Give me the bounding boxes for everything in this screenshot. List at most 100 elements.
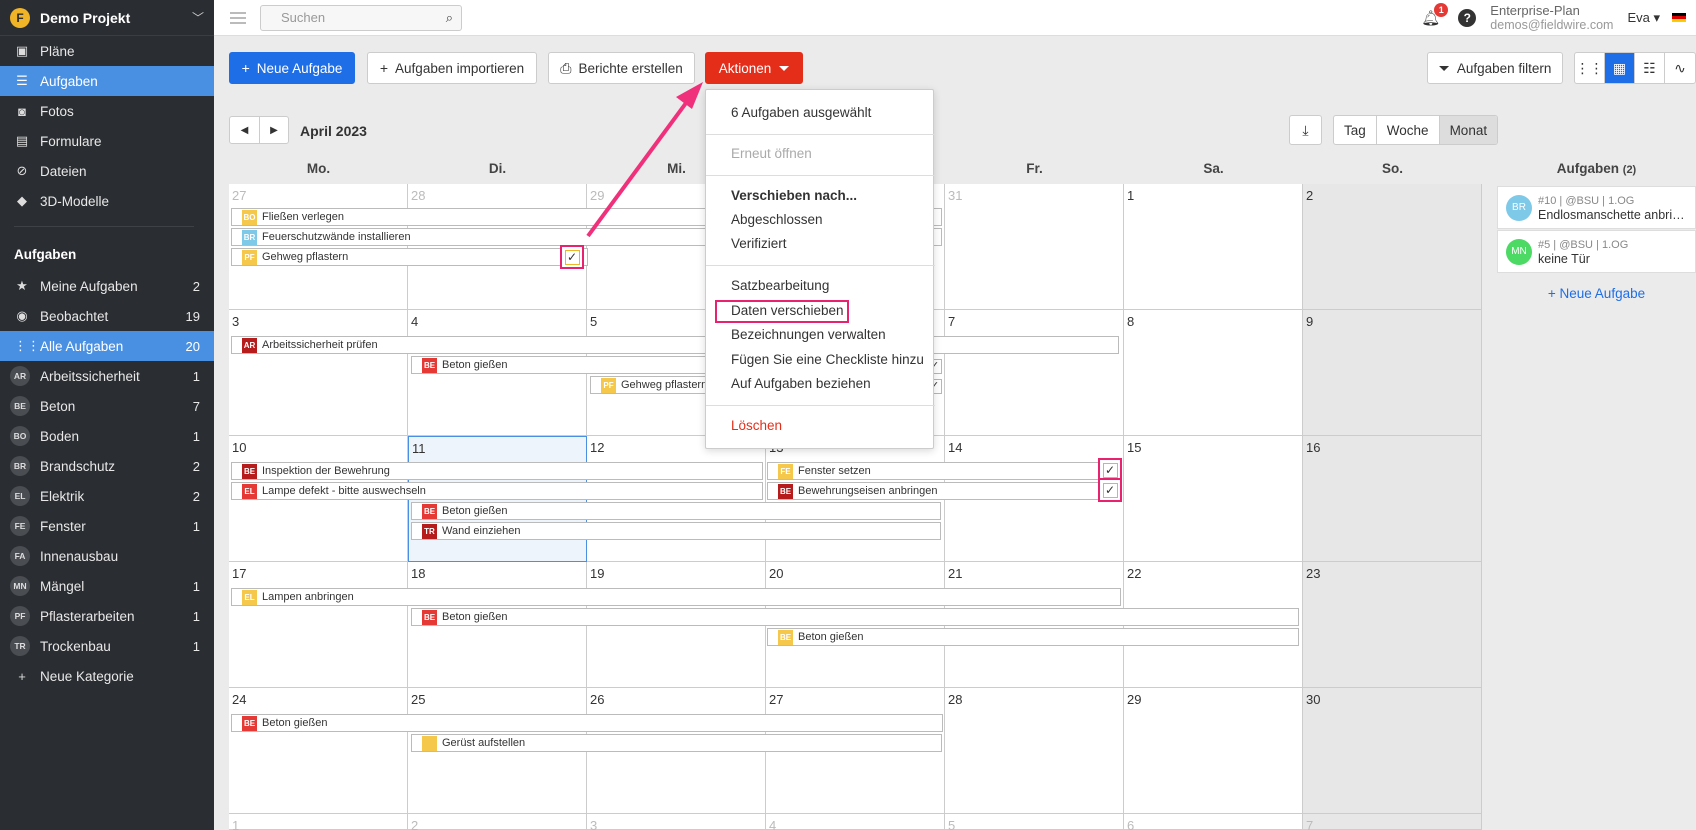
prev-month-icon[interactable]: ◀ <box>230 117 259 143</box>
search-input[interactable]: Suchen ⌕ <box>260 4 462 31</box>
day-cell[interactable]: 1 <box>1124 184 1303 310</box>
day-cell[interactable]: 17 <box>229 562 408 688</box>
import-tasks-button[interactable]: + Aufgaben importieren <box>367 52 537 84</box>
calendar-event[interactable]: BE Beton gießen <box>411 608 1299 626</box>
category-item[interactable]: EL Elektrik 2 <box>0 481 214 511</box>
user-menu[interactable]: Eva ▾ <box>1627 10 1660 26</box>
category-item[interactable]: AR Arbeitssicherheit 1 <box>0 361 214 391</box>
gantt-view-icon[interactable]: ☷ <box>1635 53 1665 83</box>
grid-view-icon[interactable]: ⋮⋮ <box>1575 53 1605 83</box>
day-cell[interactable]: 28 <box>945 688 1124 814</box>
filter-item-0[interactable]: ★ Meine Aufgaben 2 <box>0 271 214 301</box>
event-badge: BR <box>242 229 257 245</box>
category-item[interactable]: TR Trockenbau 1 <box>0 631 214 661</box>
scale-month[interactable]: Monat <box>1438 116 1498 144</box>
category-item[interactable]: MN Mängel 1 <box>0 571 214 601</box>
day-cell[interactable]: 9 <box>1303 310 1482 436</box>
calendar-event[interactable]: PF Gehweg pflastern <box>590 376 712 394</box>
day-cell[interactable]: 2 <box>408 814 587 830</box>
menu-verified[interactable]: Verifiziert <box>731 236 787 251</box>
category-item[interactable]: BO Boden 1 <box>0 421 214 451</box>
day-cell[interactable]: 7 <box>945 310 1124 436</box>
search-icon[interactable]: ⌕ <box>446 10 453 26</box>
day-cell[interactable]: 3 <box>587 814 766 830</box>
scale-week[interactable]: Woche <box>1375 116 1439 144</box>
menu-delete[interactable]: Löschen <box>731 418 782 433</box>
sidebar-item-5[interactable]: ◆ 3D-Modelle <box>0 186 214 216</box>
day-cell[interactable]: 7 <box>1303 814 1482 830</box>
panel-new-task-link[interactable]: + Neue Aufgabe <box>1497 286 1696 301</box>
calendar-event[interactable]: TR Wand einziehen <box>411 522 941 540</box>
category-item[interactable]: FA Innenausbau <box>0 541 214 571</box>
hamburger-icon[interactable] <box>230 11 246 24</box>
sidebar-item-2[interactable]: ◙ Fotos <box>0 96 214 126</box>
day-cell[interactable]: 5 <box>945 814 1124 830</box>
day-cell[interactable]: 1 <box>229 814 408 830</box>
filter-item-2[interactable]: ⋮⋮ Alle Aufgaben 20 <box>0 331 214 361</box>
calendar-view-icon[interactable]: ▦ <box>1605 53 1635 83</box>
sidebar-item-3[interactable]: ▤ Formulare <box>0 126 214 156</box>
calendar-event[interactable]: BE Bewehrungseisen anbringen <box>767 482 1121 500</box>
day-cell[interactable]: 2 <box>1303 184 1482 310</box>
scale-day[interactable]: Tag <box>1334 116 1376 144</box>
download-icon[interactable]: ⤓ <box>1289 115 1322 145</box>
menu-relate-tasks[interactable]: Auf Aufgaben beziehen <box>731 376 871 391</box>
day-cell[interactable]: 6 <box>1124 814 1303 830</box>
menu-completed[interactable]: Abgeschlossen <box>731 212 823 227</box>
event-label: Gehweg pflastern <box>262 251 349 263</box>
filter-tasks-button[interactable]: ⏷ Aufgaben filtern <box>1427 52 1563 84</box>
actions-button[interactable]: Aktionen <box>705 52 803 84</box>
filter-item-1[interactable]: ◉ Beobachtet 19 <box>0 301 214 331</box>
filter-label: Meine Aufgaben <box>40 278 138 294</box>
panel-task-card[interactable]: BR #10 | @BSU | 1.OG Endlosmanschette anbr… <box>1497 186 1696 229</box>
menu-add-checklist[interactable]: Fügen Sie eine Checkliste hinzu <box>731 352 924 367</box>
day-cell[interactable]: 24 <box>229 688 408 814</box>
project-switcher[interactable]: F Demo Projekt ﹀ <box>0 0 214 36</box>
calendar-event[interactable]: Gerüst aufstellen <box>411 734 942 752</box>
day-cell[interactable]: 29 <box>1124 688 1303 814</box>
day-cell[interactable]: 8 <box>1124 310 1303 436</box>
help-icon[interactable]: ? <box>1458 8 1477 27</box>
sidebar-item-1[interactable]: ☰ Aufgaben <box>0 66 214 96</box>
create-reports-button[interactable]: ⎙ Berichte erstellen <box>548 52 695 84</box>
day-cell[interactable]: 4 <box>766 814 945 830</box>
actions-dropdown: 6 Aufgaben ausgewählt Erneut öffnen Vers… <box>705 89 935 449</box>
panel-task-card[interactable]: MN #5 | @BSU | 1.OG keine Tür <box>1497 230 1696 273</box>
calendar-event[interactable]: EL Lampen anbringen <box>231 588 1121 606</box>
menu-batch-edit[interactable]: Satzbearbeitung <box>731 278 829 293</box>
calendar-event[interactable]: BE Beton gießen <box>767 628 1299 646</box>
calendar-event[interactable]: BE Beton gießen <box>231 714 943 732</box>
category-item[interactable]: FE Fenster 1 <box>0 511 214 541</box>
calendar-event[interactable]: FE Fenster setzen <box>767 462 1121 480</box>
calendar-event[interactable]: PF Gehweg pflastern <box>231 248 588 266</box>
calendar-event[interactable]: AR Arbeitssicherheit prüfen <box>231 336 1119 354</box>
calendar-event[interactable]: BE Inspektion der Bewehrung <box>231 462 763 480</box>
day-cell[interactable]: 27 <box>229 184 408 310</box>
calendar-event[interactable]: EL Lampe defekt - bitte auswechseln <box>231 482 763 500</box>
next-month-icon[interactable]: ▶ <box>259 117 288 143</box>
category-item[interactable]: BR Brandschutz 2 <box>0 451 214 481</box>
weekday-header: So. <box>1381 161 1403 176</box>
german-flag-icon[interactable] <box>1672 12 1686 23</box>
calendar-event[interactable]: BE Beton gießen <box>411 502 941 520</box>
sidebar-item-0[interactable]: ▣ Pläne <box>0 36 214 66</box>
new-category-button[interactable]: + Neue Kategorie <box>0 661 214 691</box>
menu-move-to[interactable]: Verschieben nach... <box>731 188 857 203</box>
menu-manage-labels[interactable]: Bezeichnungen verwalten <box>731 327 886 342</box>
chart-view-icon[interactable]: ∿ <box>1665 53 1695 83</box>
day-cell[interactable]: 30 <box>1303 688 1482 814</box>
bell-icon[interactable]: 🔔︎ 1 <box>1421 2 1449 27</box>
new-task-button[interactable]: + Neue Aufgabe <box>229 52 355 84</box>
category-badge: BE <box>10 396 30 416</box>
selected-checkbox[interactable]: ✓ <box>560 245 584 269</box>
day-cell[interactable]: 23 <box>1303 562 1482 688</box>
calendar-event[interactable]: BE Beton gießen <box>411 356 712 374</box>
day-cell[interactable]: 16 <box>1303 436 1482 562</box>
day-cell[interactable]: 15 <box>1124 436 1303 562</box>
category-item[interactable]: BE Beton 7 <box>0 391 214 421</box>
day-cell[interactable]: 3 <box>229 310 408 436</box>
category-item[interactable]: PF Pflasterarbeiten 1 <box>0 601 214 631</box>
selected-checkbox[interactable]: ✓ <box>1098 478 1122 502</box>
sidebar-item-4[interactable]: ⊘ Dateien <box>0 156 214 186</box>
day-cell[interactable]: 31 <box>945 184 1124 310</box>
